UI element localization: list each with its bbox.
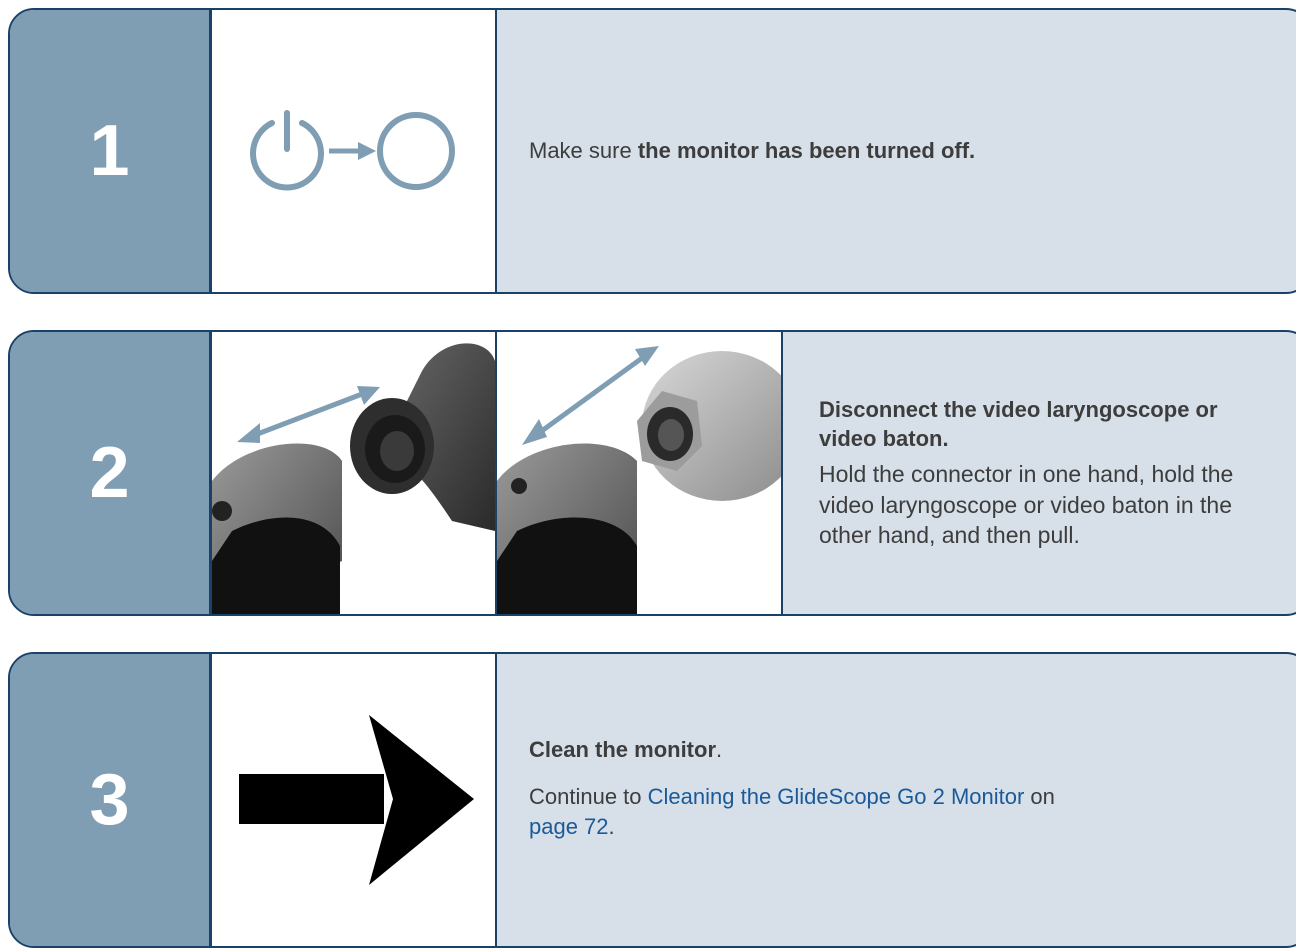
step-3-body-pre: Continue to (529, 784, 648, 810)
step-number: 3 (10, 654, 212, 946)
page-link[interactable]: page 72 (529, 814, 609, 839)
connector-photo-2 (497, 332, 783, 614)
right-arrow-icon (238, 715, 474, 885)
cleaning-monitor-link[interactable]: Cleaning the GlideScope Go 2 Monitor (648, 784, 1025, 809)
step-3-title-period: . (716, 737, 723, 763)
connector-disconnect-image-2 (497, 346, 781, 614)
step-2-text: Disconnect the video laryngoscope or vid… (783, 332, 1296, 614)
power-off-to-off-icon (249, 110, 455, 191)
step-3-body-end: . (608, 813, 615, 839)
step-1-text: Make sure the monitor has been turned of… (497, 10, 1296, 292)
step-3-text: Clean the monitor. Continue to Cleaning … (497, 654, 1296, 946)
step-3-body-mid: on (1024, 784, 1055, 810)
step-2: 2 Disconnect the video laryngoscope or v… (8, 330, 1296, 616)
step-1-text-pre: Make sure (529, 138, 638, 164)
step-3: 3 Clean the monitor. Continue to Cleanin… (8, 652, 1296, 948)
step-2-body: Hold the connector in one hand, hold the… (819, 461, 1234, 549)
step-number: 1 (10, 10, 212, 292)
step-3-title: Clean the monitor (529, 737, 717, 763)
step-2-title: Disconnect the video laryngoscope or vid… (819, 397, 1218, 452)
step-number: 2 (10, 332, 212, 614)
connector-disconnect-image (212, 343, 495, 614)
step-3-illustration (212, 654, 497, 946)
step-1-illustration (212, 10, 497, 292)
connector-photo-1 (212, 332, 497, 614)
step-1: 1 Make sure the monitor has been turned … (8, 8, 1296, 294)
step-1-text-bold: the monitor has been turned off. (637, 138, 976, 164)
